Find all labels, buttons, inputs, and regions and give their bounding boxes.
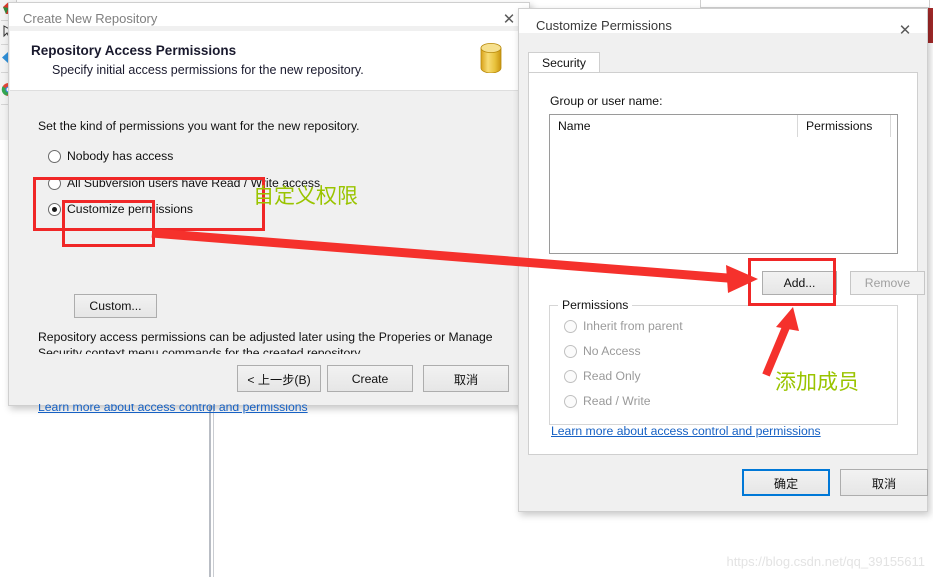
annotation-customize-permissions: 自定义权限 <box>253 184 358 208</box>
radio-label: Inherit from parent <box>583 319 683 333</box>
background-divider-secondary <box>213 400 214 577</box>
add-remove-button-group: Add... Remove <box>762 271 933 295</box>
create-button[interactable]: Create <box>327 365 413 392</box>
radio-indicator <box>564 394 577 408</box>
column-header-name[interactable]: Name <box>550 115 798 137</box>
radio-read-write: Read / Write <box>564 394 651 408</box>
radio-indicator <box>564 369 577 383</box>
radio-nobody-has-access[interactable]: Nobody has access <box>48 149 173 163</box>
cancel-button[interactable]: 取消 <box>840 469 928 496</box>
wizard-footer: < 上一步(B) Create 取消 <box>10 354 528 404</box>
permissions-group-title: Permissions <box>558 298 633 312</box>
group-user-listview[interactable]: Name Permissions <box>549 114 898 254</box>
ok-button[interactable]: 确定 <box>742 469 830 496</box>
radio-label: Customize permissions <box>67 202 193 216</box>
background-divider <box>209 400 211 577</box>
column-header-filler <box>891 115 899 137</box>
radio-indicator <box>48 149 61 163</box>
radio-no-access: No Access <box>564 344 641 358</box>
listview-header: Name Permissions <box>550 115 897 137</box>
tabstrip: Security <box>528 52 918 73</box>
wizard-title: Create New Repository <box>9 3 529 26</box>
permissions-groupbox: Permissions Inherit from parent No Acces… <box>549 298 898 425</box>
radio-customize-permissions[interactable]: Customize permissions <box>48 202 193 216</box>
background-window-titlebar: ❐ ✕ <box>700 0 930 8</box>
permissions-dialog-title: Customize Permissions <box>519 9 927 33</box>
back-button[interactable]: < 上一步(B) <box>237 365 321 392</box>
radio-read-only: Read Only <box>564 369 641 383</box>
permissions-lead-text: Set the kind of permissions you want for… <box>38 119 360 133</box>
radio-label: No Access <box>583 344 641 358</box>
wizard-body: Set the kind of permissions you want for… <box>10 92 528 414</box>
watermark: https://blog.csdn.net/qq_39155611 <box>726 554 925 569</box>
radio-label: Read Only <box>583 369 641 383</box>
screenshot-root: ❐ ✕ Create New Repository ✕ Repository A… <box>0 0 933 577</box>
page-title: Repository Access Permissions <box>31 43 237 58</box>
radio-indicator <box>48 176 61 190</box>
add-button[interactable]: Add... <box>762 271 837 295</box>
wizard-header: Repository Access Permissions Specify in… <box>10 31 528 91</box>
permissions-footer: 确定 取消 <box>519 455 928 511</box>
radio-label: Nobody has access <box>67 149 174 163</box>
cancel-button[interactable]: 取消 <box>423 365 509 392</box>
repository-database-icon <box>480 43 502 74</box>
customize-permissions-dialog: Customize Permissions ✕ Security Group o… <box>518 8 928 512</box>
group-or-user-name-label: Group or user name: <box>550 94 663 108</box>
radio-inherit-from-parent: Inherit from parent <box>564 319 683 333</box>
page-subtitle: Specify initial access permissions for t… <box>52 63 364 77</box>
radio-label: Read / Write <box>583 394 651 408</box>
close-icon[interactable]: ✕ <box>891 18 919 42</box>
radio-indicator <box>48 202 61 216</box>
column-header-permissions[interactable]: Permissions <box>798 115 891 137</box>
custom-button[interactable]: Custom... <box>74 294 157 318</box>
tab-security[interactable]: Security <box>528 52 601 73</box>
remove-button: Remove <box>850 271 925 295</box>
radio-indicator <box>564 344 577 358</box>
security-tab-panel: Group or user name: Name Permissions Add… <box>528 72 925 455</box>
radio-indicator <box>564 319 577 333</box>
learn-more-link[interactable]: Learn more about access control and perm… <box>551 424 821 438</box>
annotation-add-member: 添加成员 <box>775 370 859 394</box>
